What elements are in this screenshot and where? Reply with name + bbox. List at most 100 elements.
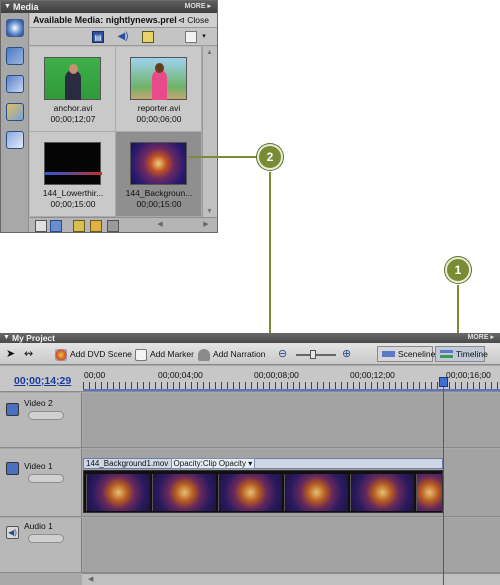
- media-item-name: 144_Backgroun...: [125, 188, 193, 198]
- media-panel-title: Media: [13, 2, 39, 12]
- add-narration-button[interactable]: Add Narration: [198, 347, 265, 361]
- add-marker-button[interactable]: Add Marker: [135, 347, 194, 361]
- timeline-horizontal-scrollbar[interactable]: ◀: [82, 573, 500, 585]
- clip-frame: [86, 474, 150, 511]
- track-name: Video 2: [24, 398, 53, 408]
- work-area-bar[interactable]: [83, 389, 500, 391]
- media-item-name: 144_Lowerthir...: [42, 188, 104, 198]
- zoom-slider-thumb[interactable]: [310, 350, 316, 359]
- keyframe-controls[interactable]: [28, 411, 64, 420]
- video-track-icon[interactable]: [6, 462, 19, 475]
- image-filter-icon[interactable]: [142, 31, 154, 43]
- microphone-icon: [198, 348, 210, 361]
- video-track-icon[interactable]: [6, 403, 19, 416]
- scroll-right-icon[interactable]: ▶: [200, 219, 212, 231]
- current-timecode[interactable]: 00;00;14;29: [14, 375, 71, 387]
- audio-filter-icon[interactable]: ◀): [117, 31, 129, 43]
- titles-tool-icon[interactable]: [6, 103, 24, 121]
- more-menu-button[interactable]: MORE ▸: [185, 1, 211, 13]
- sceneline-label: Sceneline: [398, 349, 436, 359]
- media-item[interactable]: anchor.avi 00;00;12;07: [30, 47, 116, 132]
- time-stretch-tool-icon[interactable]: ↭: [24, 347, 33, 361]
- icon-view-icon[interactable]: [50, 220, 62, 232]
- callout-1-number: 1: [454, 263, 462, 277]
- clip-filmstrip[interactable]: [83, 470, 443, 513]
- new-folder-icon[interactable]: [73, 220, 85, 232]
- close-button[interactable]: ⊲ Close: [178, 13, 209, 28]
- media-item[interactable]: reporter.avi 00;00;06;00: [116, 47, 202, 132]
- media-item-duration: 00;00;15:00: [136, 199, 182, 209]
- new-item-dropdown-icon[interactable]: ▾: [198, 31, 210, 43]
- ruler-label: 00;00;16;00: [446, 370, 491, 380]
- scroll-up-icon[interactable]: ▲: [206, 49, 213, 56]
- keyframe-controls[interactable]: [28, 534, 64, 543]
- track-audio-1: ◀) Audio 1: [0, 518, 500, 573]
- reporter-thumbnail: [130, 57, 187, 100]
- clip-frame: [218, 474, 282, 511]
- clip-header[interactable]: 144_Background1.mov Opacity:Clip Opacity…: [83, 458, 443, 469]
- playhead-handle[interactable]: [439, 377, 448, 387]
- media-filter-bar: ▤ ◀) ▾: [30, 28, 217, 46]
- more-menu-button[interactable]: MORE ▸: [468, 333, 494, 343]
- track-name: Audio 1: [24, 521, 53, 531]
- film-tool-icon[interactable]: [6, 47, 24, 65]
- sceneline-button[interactable]: Sceneline: [377, 346, 436, 362]
- media-item-name: reporter.avi: [137, 103, 181, 113]
- current-time-indicator[interactable]: [443, 387, 444, 585]
- media-item-selected[interactable]: 144_Backgroun... 00;00;15:00: [116, 132, 202, 217]
- close-label: Close: [187, 15, 209, 25]
- timeline-ruler[interactable]: 00;00;14;29 00;00 00;00;04;00 00;00;08;0…: [0, 366, 500, 392]
- media-panel-titlebar[interactable]: ▼ Media MORE ▸: [1, 1, 217, 13]
- media-item[interactable]: 144_Lowerthir... 00;00;15:00: [30, 132, 116, 217]
- track-name: Video 1: [24, 461, 53, 471]
- zoom-in-icon[interactable]: ⊕: [342, 347, 351, 361]
- timeline-button[interactable]: Timeline: [435, 346, 488, 362]
- callout-1: 1: [445, 257, 471, 283]
- track-area[interactable]: [83, 518, 500, 572]
- my-project-panel: ▼ My Project MORE ▸ ➤ ↭ Add DVD Scene Ad…: [0, 333, 500, 585]
- organizer-tool-icon[interactable]: [6, 19, 24, 37]
- scroll-left-icon[interactable]: ◀: [88, 575, 93, 583]
- media-item-duration: 00;00;12;07: [50, 114, 96, 124]
- track-header: ◀) Audio 1: [0, 518, 82, 572]
- media-vertical-scrollbar[interactable]: ▲ ▼: [202, 47, 217, 217]
- more-label: MORE: [467, 334, 489, 341]
- clip-frame: [284, 474, 348, 511]
- zoom-out-icon[interactable]: ⊖: [278, 347, 287, 361]
- media-bottom-bar: ◀ ▶: [30, 217, 217, 232]
- zoom-slider-track[interactable]: [296, 354, 336, 356]
- track-video-2: Video 2: [0, 393, 500, 448]
- clip-property-dropdown[interactable]: Opacity:Clip Opacity ▾: [170, 458, 256, 469]
- callout-2-number: 2: [266, 150, 274, 164]
- media-grid: anchor.avi 00;00;12;07 reporter.avi 00;0…: [30, 47, 202, 217]
- new-item-icon[interactable]: [185, 31, 197, 43]
- ruler-label: 00;00;04;00: [158, 370, 203, 380]
- timeline-label: Timeline: [456, 349, 488, 359]
- clip-frame: [416, 474, 442, 511]
- scroll-down-icon[interactable]: ▼: [206, 208, 213, 215]
- track-area[interactable]: [83, 393, 500, 447]
- list-view-icon[interactable]: [35, 220, 47, 232]
- add-dvd-scene-button[interactable]: Add DVD Scene: [55, 347, 132, 361]
- video-filter-icon[interactable]: ▤: [92, 31, 104, 43]
- timeline-icon: [440, 350, 453, 358]
- audio-track-icon[interactable]: ◀): [6, 526, 19, 539]
- sceneline-icon: [382, 351, 395, 357]
- add-marker-label: Add Marker: [150, 349, 194, 359]
- media-left-toolbar: [1, 13, 29, 232]
- trash-icon[interactable]: [107, 220, 119, 232]
- dvd-icon: [55, 348, 67, 361]
- add-dvd-scene-label: Add DVD Scene: [70, 349, 132, 359]
- project-panel-titlebar[interactable]: ▼ My Project MORE ▸: [0, 333, 500, 343]
- folder-icon[interactable]: [90, 220, 102, 232]
- collapse-triangle-icon[interactable]: ▼: [3, 333, 10, 343]
- themes-tool-icon[interactable]: [6, 131, 24, 149]
- selection-tool-icon[interactable]: ➤: [6, 347, 15, 361]
- keyframe-controls[interactable]: [28, 474, 64, 483]
- callout-2: 2: [257, 144, 283, 170]
- collapse-triangle-icon[interactable]: ▼: [4, 1, 11, 13]
- ruler-label: 00;00;12;00: [350, 370, 395, 380]
- scroll-left-icon[interactable]: ◀: [154, 219, 166, 231]
- ruler-label: 00;00;08;00: [254, 370, 299, 380]
- effects-tool-icon[interactable]: [6, 75, 24, 93]
